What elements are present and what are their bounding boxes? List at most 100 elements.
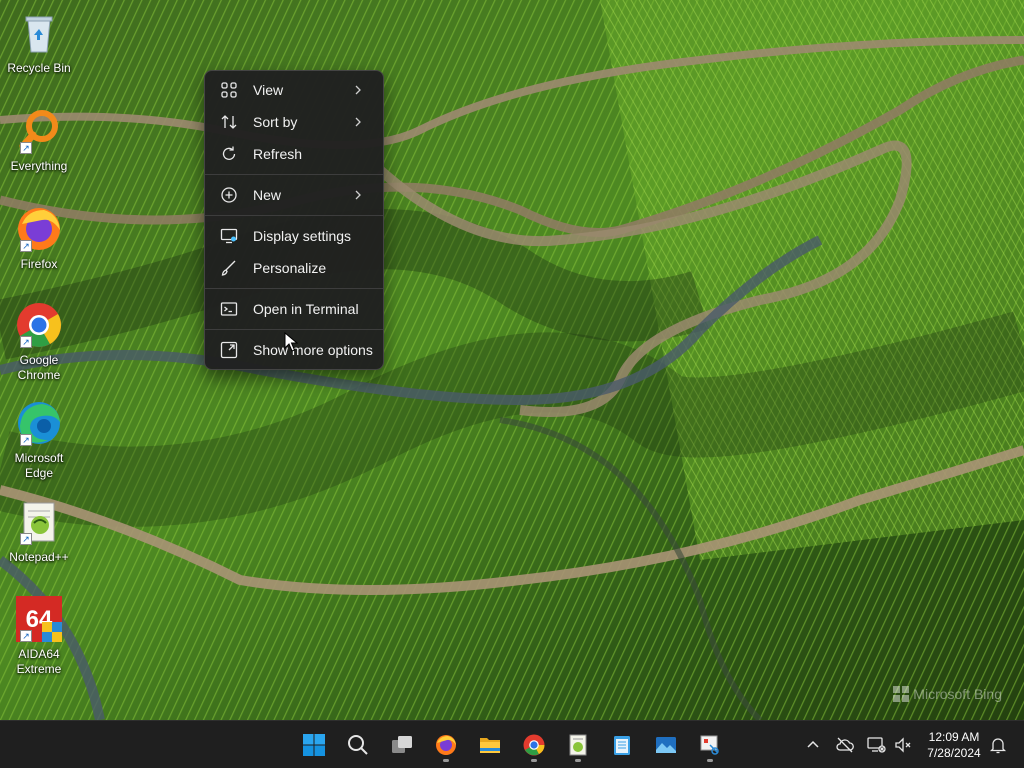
display-settings-icon (219, 226, 239, 246)
show-hidden-icons-button[interactable] (803, 735, 823, 755)
desktop-icon-label: Notepad++ (9, 550, 69, 564)
desktop-icon-microsoft-edge[interactable]: ↗ Microsoft Edge (4, 398, 74, 481)
taskbar-firefox[interactable] (428, 727, 464, 763)
running-indicator (575, 759, 581, 762)
notepad-plus-plus-icon (569, 734, 587, 756)
notification-center-button[interactable] (988, 735, 1008, 755)
menu-item-label: View (253, 82, 284, 98)
notepad-icon (614, 736, 630, 755)
image-viewer-icon (656, 737, 676, 753)
desktop-icon-aida64-extreme[interactable]: 64 ↗ AIDA64 Extreme (4, 594, 74, 677)
taskbar-chrome[interactable] (516, 727, 552, 763)
menu-item-label: Show more options (253, 342, 373, 358)
network-icon (867, 737, 886, 753)
taskbar-notepad[interactable] (604, 727, 640, 763)
search-icon (348, 735, 368, 755)
taskbar-file-explorer[interactable] (472, 727, 508, 763)
shortcut-arrow-icon: ↗ (20, 142, 32, 154)
terminal-icon (219, 299, 239, 319)
refresh-icon (219, 144, 239, 164)
volume-tray-button[interactable] (893, 735, 913, 755)
recycle-bin-icon (14, 8, 64, 58)
desktop-icon-firefox[interactable]: ↗ Firefox (4, 204, 74, 272)
volume-muted-icon (895, 737, 911, 753)
menu-separator (205, 215, 383, 216)
notification-icon (989, 738, 1007, 754)
chrome-icon: ↗ (14, 300, 64, 350)
desktop-icon-everything[interactable]: ↗ Everything (4, 106, 74, 174)
menu-item-label: Open in Terminal (253, 301, 359, 317)
menu-item-display-settings[interactable]: Display settings (209, 221, 379, 251)
shortcut-arrow-icon: ↗ (20, 533, 32, 545)
running-indicator (531, 759, 537, 762)
chevron-right-icon (355, 85, 361, 95)
desktop-icon-label: AIDA64 Extreme (16, 647, 62, 676)
menu-item-label: New (253, 187, 282, 203)
file-explorer-icon (480, 738, 500, 753)
desktop-icon-label: Google Chrome (17, 353, 61, 382)
shortcut-arrow-icon: ↗ (20, 336, 32, 348)
menu-separator (205, 174, 383, 175)
taskbar-clock[interactable]: 12:09 AM 7/28/2024 (918, 729, 990, 761)
running-indicator (707, 759, 713, 762)
taskbar-image-viewer[interactable] (648, 727, 684, 763)
menu-item-open-in-terminal[interactable]: Open in Terminal (209, 294, 379, 324)
firefox-icon (436, 735, 456, 755)
taskbar-notepad-plus-plus[interactable] (560, 727, 596, 763)
cloud-offline-icon (836, 737, 854, 753)
bing-watermark: Microsoft Bing (893, 682, 1002, 706)
menu-item-label: Sort by (253, 114, 298, 130)
menu-item-view[interactable]: View (209, 75, 379, 105)
sort-icon (219, 112, 239, 132)
desktop-icon-label: Microsoft Edge (14, 451, 64, 480)
bing-logo-icon (893, 686, 910, 702)
brush-icon (219, 258, 239, 278)
aida64-icon: 64 ↗ (14, 594, 64, 644)
notepad-plus-plus-icon: ↗ (14, 497, 64, 547)
network-tray-button[interactable] (866, 735, 886, 755)
start-icon (303, 734, 325, 756)
task-view-icon (392, 736, 412, 753)
desktop-icon-recycle-bin[interactable]: Recycle Bin (4, 8, 74, 76)
menu-item-label: Personalize (253, 260, 327, 276)
clock-time: 12:09 AM (928, 730, 980, 744)
menu-separator (205, 288, 383, 289)
desktop-icon-label: Firefox (20, 257, 58, 271)
menu-item-label: Display settings (253, 228, 352, 244)
clock-date: 7/28/2024 (927, 746, 981, 760)
shortcut-arrow-icon: ↗ (20, 240, 32, 252)
start-button[interactable] (296, 727, 332, 763)
watermark-text: Microsoft Bing (913, 686, 1002, 702)
taskbar: 12:09 AM 7/28/2024 (0, 720, 1024, 768)
task-view-button[interactable] (384, 727, 420, 763)
onedrive-tray-button[interactable] (835, 735, 855, 755)
menu-item-personalize[interactable]: Personalize (209, 253, 379, 283)
shortcut-arrow-icon: ↗ (20, 434, 32, 446)
desktop-context-menu: View Sort by Refresh New Display setting… (204, 70, 384, 370)
taskbar-snipping-tool[interactable] (692, 727, 728, 763)
desktop-icon-label: Everything (10, 159, 68, 173)
desktop-icon-notepad-plus-plus[interactable]: ↗ Notepad++ (4, 497, 74, 565)
menu-item-refresh[interactable]: Refresh (209, 139, 379, 169)
plus-circle-icon (219, 185, 239, 205)
edge-icon: ↗ (14, 398, 64, 448)
shortcut-arrow-icon: ↗ (20, 630, 32, 642)
menu-item-label: Refresh (253, 146, 303, 162)
desktop-wallpaper (0, 0, 1024, 720)
menu-item-new[interactable]: New (209, 180, 379, 210)
menu-separator (205, 329, 383, 330)
desktop-icon-label: Recycle Bin (7, 61, 71, 75)
desktop-icon-google-chrome[interactable]: ↗ Google Chrome (4, 300, 74, 383)
chevron-right-icon (355, 117, 361, 127)
expand-icon (219, 340, 239, 360)
taskbar-search-button[interactable] (340, 727, 376, 763)
chevron-up-icon (807, 740, 819, 748)
mouse-cursor-icon (284, 332, 298, 352)
snipping-tool-icon (700, 735, 719, 755)
chevron-right-icon (355, 190, 361, 200)
firefox-icon: ↗ (14, 204, 64, 254)
menu-item-sort-by[interactable]: Sort by (209, 107, 379, 137)
chrome-icon (523, 734, 545, 756)
grid-icon (219, 80, 239, 100)
running-indicator (443, 759, 449, 762)
